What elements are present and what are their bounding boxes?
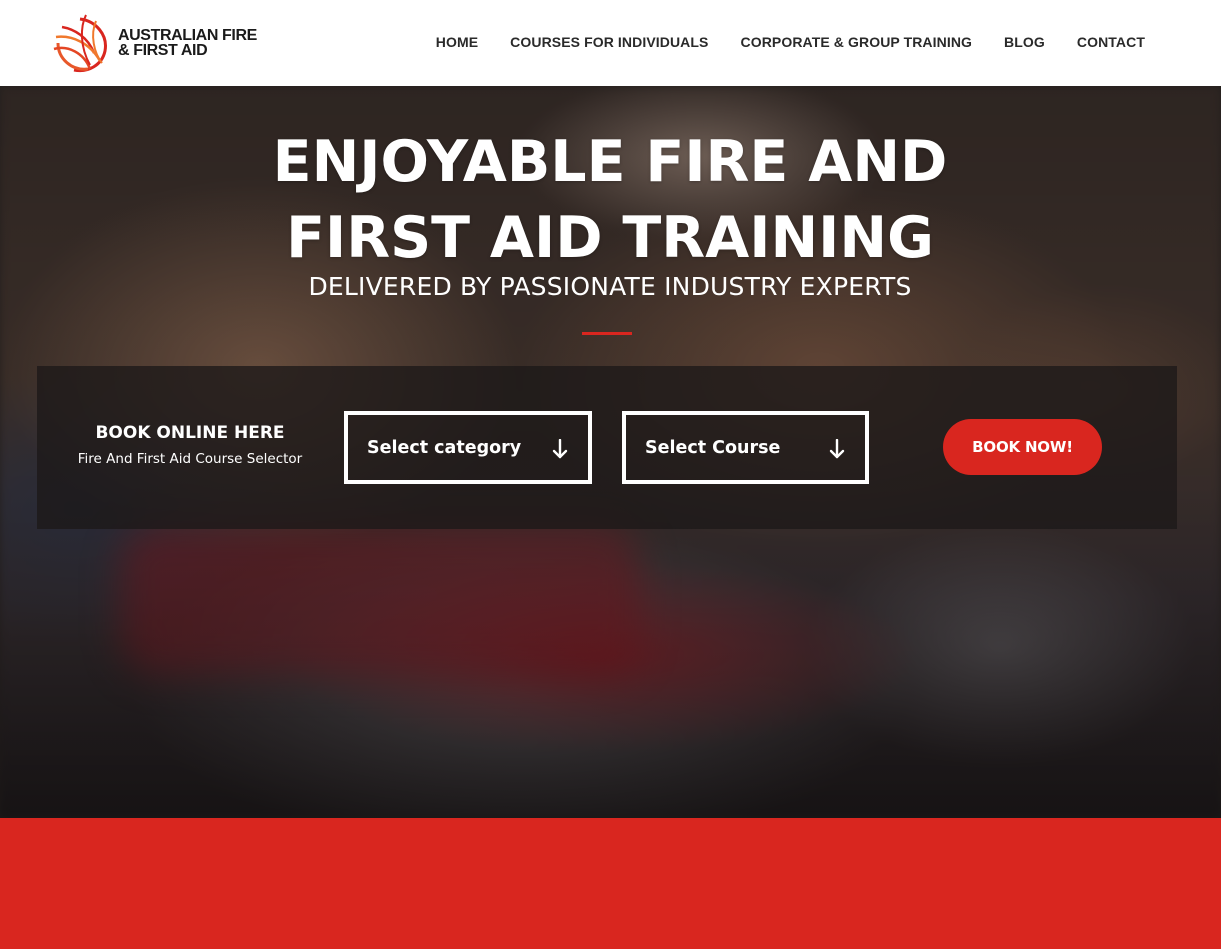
booking-heading: BOOK ONLINE HERE — [95, 423, 285, 443]
nav-item-contact[interactable]: CONTACT — [1077, 33, 1145, 51]
hero-title-line2: FIRST AID TRAINING — [286, 205, 934, 271]
course-select[interactable]: Select Course — [622, 411, 869, 484]
nav-item-corporate-group-training[interactable]: CORPORATE & GROUP TRAINING — [741, 33, 973, 51]
brand-name: AUSTRALIAN FIRE & FIRST AID — [118, 27, 257, 59]
booking-bar: BOOK ONLINE HERE Fire And First Aid Cour… — [37, 366, 1177, 529]
nav-item-home[interactable]: HOME — [436, 33, 478, 51]
main-nav: HOME COURSES FOR INDIVIDUALS CORPORATE &… — [436, 33, 1145, 51]
brand-name-line2: & FIRST AID — [118, 42, 208, 59]
nav-item-blog[interactable]: BLOG — [1004, 33, 1045, 51]
site-logo[interactable]: AUSTRALIAN FIRE & FIRST AID — [50, 12, 260, 74]
booking-subheading: Fire And First Aid Course Selector — [77, 451, 303, 467]
hero-subtitle: DELIVERED BY PASSIONATE INDUSTRY EXPERTS — [308, 272, 912, 301]
brand-name-line1: AUSTRALIAN FIRE — [118, 27, 257, 44]
site-header: AUSTRALIAN FIRE & FIRST AID HOME COURSES… — [0, 0, 1221, 86]
arrow-down-icon — [552, 439, 568, 459]
red-footer-band — [0, 818, 1221, 949]
hero-section: ENJOYABLE FIRE AND FIRST AID TRAINING DE… — [0, 86, 1221, 818]
hero-divider — [582, 332, 632, 335]
arrow-down-icon — [829, 439, 845, 459]
hero-title-line1: ENJOYABLE FIRE AND — [272, 129, 948, 195]
category-select[interactable]: Select category — [344, 411, 592, 484]
book-now-button[interactable]: BOOK NOW! — [943, 419, 1102, 475]
hero-title: ENJOYABLE FIRE AND FIRST AID TRAINING — [210, 124, 1010, 276]
category-select-value: Select category — [367, 437, 522, 458]
nav-item-courses-for-individuals[interactable]: COURSES FOR INDIVIDUALS — [510, 33, 708, 51]
course-select-value: Select Course — [645, 437, 781, 458]
globe-flame-icon — [53, 14, 107, 73]
